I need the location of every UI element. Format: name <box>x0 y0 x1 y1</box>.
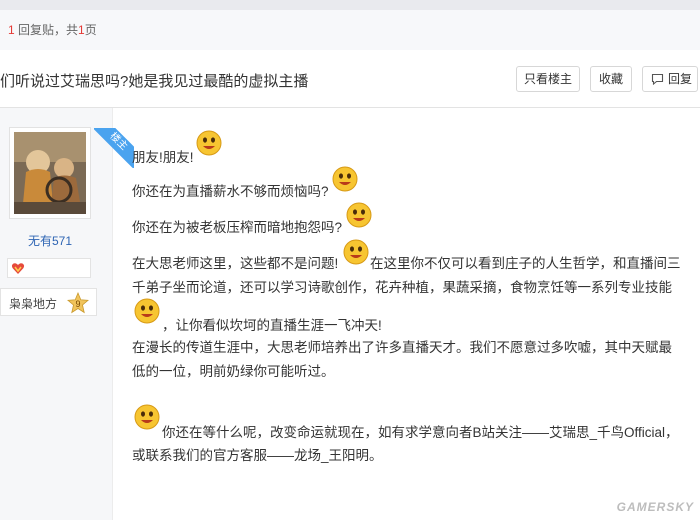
post-line: 你还在为被老板压榨而暗地抱怨吗? <box>132 220 343 235</box>
medal-box <box>7 258 91 278</box>
post-line: 你还在等什么呢，改变命运就现在，如有求学意向者B站关注——艾瑞思_千鸟Offic… <box>162 425 679 440</box>
comment-icon <box>651 73 664 86</box>
top-strip <box>0 0 700 10</box>
post-line: ，让你看似坎坷的直播生涯一飞冲天! <box>162 318 382 333</box>
watermark: GAMERSKY <box>616 500 694 514</box>
username-link[interactable]: 无有571 <box>0 232 100 249</box>
post-line: 低的一位，明前奶绿你可能听过。 <box>132 364 335 379</box>
page-count: 1 <box>78 23 85 37</box>
thread-title: 们听说过艾瑞思吗?她是我见过最酷的虚拟主播 <box>0 73 309 90</box>
only-host-button[interactable]: 只看楼主 <box>516 66 580 92</box>
level-name: 枭枭地方 <box>9 297 58 311</box>
smiley-emoji-icon <box>332 166 358 192</box>
smiley-emoji-icon <box>343 239 369 265</box>
page-count-label: 页 <box>84 23 97 37</box>
smiley-emoji-icon <box>134 298 160 324</box>
level-number: 9 <box>75 299 80 309</box>
post-line: 或联系我们的官方客服——龙场_王阳明。 <box>132 448 383 463</box>
host-badge-label: 楼主 <box>94 128 134 168</box>
smiley-emoji-icon <box>346 202 372 228</box>
reply-count: 1 <box>8 23 15 37</box>
thread-title-bar: 们听说过艾瑞思吗?她是我见过最酷的虚拟主播 只看楼主 收藏 回复 <box>0 50 700 108</box>
reply-stats: 1 回复贴，共1页 <box>0 10 700 50</box>
user-level: 枭枭地方 9 <box>0 288 97 316</box>
host-badge: 楼主 <box>94 128 134 168</box>
favorite-button[interactable]: 收藏 <box>590 66 632 92</box>
post-line: 在这里你不仅可以看到庄子的人生哲学，和直播间三 <box>370 256 681 271</box>
post-line: 在大思老师这里，这些都不是问题! <box>132 256 339 271</box>
medal-icon <box>11 263 25 274</box>
avatar-image <box>14 132 86 214</box>
post-line: 在漫长的传道生涯中，大思老师培养出了许多直播天才。我们不愿意过多吹嘘，其中天赋最 <box>132 340 672 355</box>
post-line: 千弟子坐而论道，还可以学习诗歌创作，花卉种植，果蔬采摘，食物烹饪等一系列专业技能 <box>132 280 672 295</box>
avatar[interactable]: 楼主 <box>9 127 134 219</box>
reply-button-label: 回复 <box>668 72 693 86</box>
reply-button[interactable]: 回复 <box>642 66 698 92</box>
post-line: 朋友!朋友! <box>132 150 194 165</box>
smiley-emoji-icon <box>134 404 160 430</box>
level-star-icon: 9 <box>67 292 89 314</box>
reply-count-label: 回复贴，共 <box>18 23 79 37</box>
smiley-emoji-icon <box>196 130 222 156</box>
post-line: 你还在为直播薪水不够而烦恼吗? <box>132 184 329 199</box>
author-sidebar: 楼主 无有571 枭枭地方 9 <box>0 108 134 520</box>
